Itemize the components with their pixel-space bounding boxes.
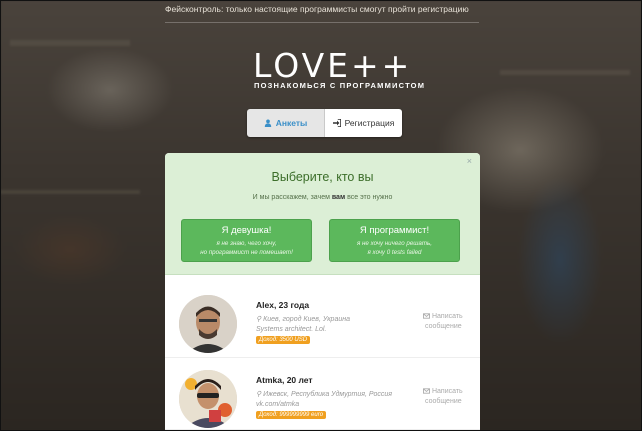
write-message-link[interactable]: Написать сообщение: [423, 312, 463, 331]
profile-name[interactable]: Alex, 23 года: [256, 300, 309, 310]
user-icon: [264, 119, 271, 127]
close-icon[interactable]: ×: [467, 156, 472, 166]
tab-profiles[interactable]: Анкеты: [247, 109, 325, 137]
avatar[interactable]: [179, 370, 237, 428]
envelope-icon: [423, 313, 430, 319]
profile-meta: ⚲ Киев, город Киев, Украина Systems archi…: [256, 316, 350, 333]
sign-in-icon: [332, 119, 341, 127]
profile-name[interactable]: Atmka, 20 лет: [256, 375, 313, 385]
button-note: я не знаю, чего хочу, но программист не п…: [200, 240, 293, 256]
profile-meta: ⚲ Ижевск, Республика Удмуртия, Россия vk.…: [256, 391, 393, 408]
tab-label: Регистрация: [344, 118, 395, 128]
tab-registration[interactable]: Регистрация: [325, 109, 402, 137]
button-label: Я девушка!: [221, 225, 272, 236]
notice-text: Фейсконтроль: только настоящие программи…: [165, 4, 469, 14]
tab-label: Анкеты: [275, 118, 308, 128]
income-badge: Доход: 3500 USD: [256, 336, 311, 344]
role-prompt: × Выберите, кто вы И мы расскажем, зачем…: [165, 153, 480, 275]
nav-tabs: Анкеты Регистрация: [247, 109, 402, 137]
profile-card[interactable]: Atmka, 20 лет ⚲ Ижевск, Республика Удмур…: [165, 360, 480, 430]
envelope-icon: [423, 388, 430, 394]
girl-button[interactable]: Я девушка! я не знаю, чего хочу, но прогр…: [181, 219, 312, 262]
prompt-subtitle: И мы расскажем, зачем вам все это нужно: [252, 194, 393, 201]
button-note: я не хочу ничего решать, я хочу 0 tests f…: [356, 240, 432, 256]
programmer-button[interactable]: Я программист! я не хочу ничего решать, я…: [329, 219, 460, 262]
button-label: Я программист!: [359, 225, 430, 236]
prompt-title: Выберите, кто вы: [271, 170, 374, 184]
income-badge: Доход: 999999999 euro: [256, 411, 327, 419]
logo[interactable]: LOVE++: [253, 46, 412, 85]
profile-card[interactable]: Alex, 23 года ⚲ Киев, город Киев, Украин…: [165, 288, 480, 358]
main-panel: × Выберите, кто вы И мы расскажем, зачем…: [165, 153, 480, 431]
write-message-link[interactable]: Написать сообщение: [423, 387, 463, 406]
avatar[interactable]: [179, 295, 237, 353]
divider: [165, 22, 479, 23]
tagline: ПОЗНАКОМЬСЯ С ПРОГРАММИСТОМ: [254, 81, 426, 90]
